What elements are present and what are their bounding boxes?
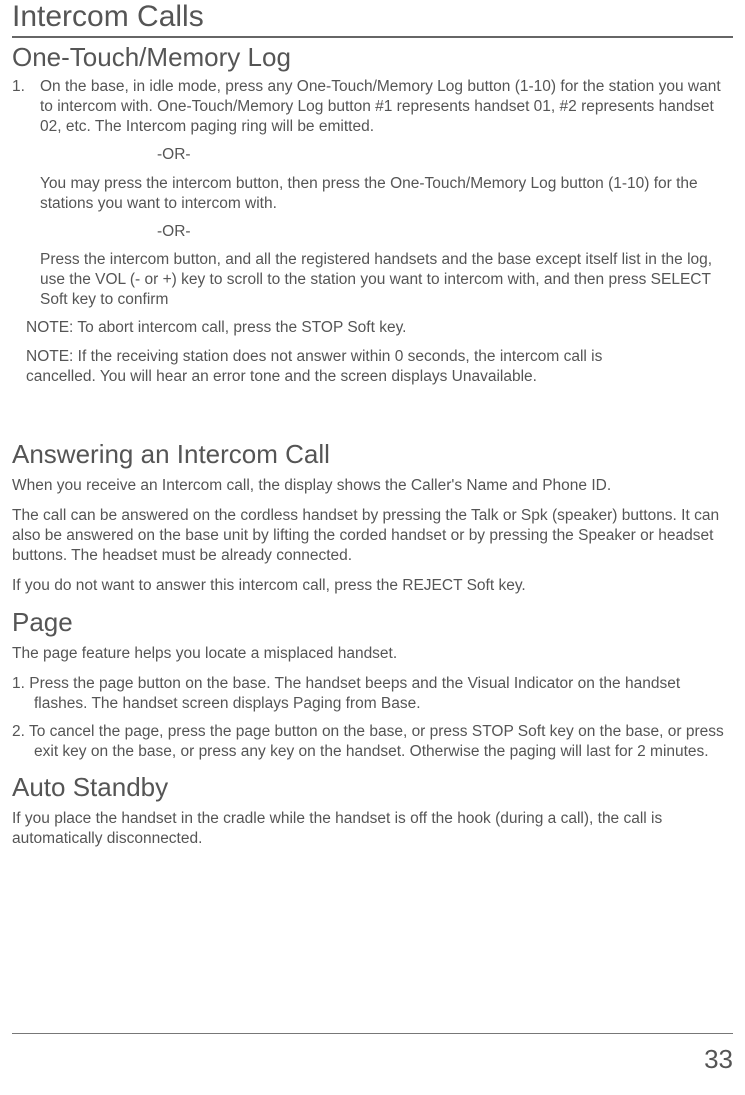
alt-step-text: You may press the intercom button, then …	[40, 174, 733, 214]
list-item-text: On the base, in idle mode, press any One…	[40, 77, 733, 137]
list-item-text: 1. Press the page button on the base. Th…	[12, 674, 733, 714]
note-text: NOTE: To abort intercom call, press the …	[26, 318, 673, 338]
page-number: 33	[12, 1033, 733, 1075]
paragraph-text: The call can be answered on the cordless…	[12, 506, 733, 566]
paragraph-text: If you place the handset in the cradle w…	[12, 809, 733, 849]
section-autostandby-heading: Auto Standby	[12, 772, 733, 803]
or-separator: -OR-	[157, 222, 733, 242]
list-number: 1.	[12, 77, 40, 137]
list-item-text: 2. To cancel the page, press the page bu…	[12, 722, 733, 762]
paragraph-text: If you do not want to answer this interc…	[12, 576, 733, 596]
or-separator: -OR-	[157, 145, 733, 165]
paragraph-text: The page feature helps you locate a misp…	[12, 644, 733, 664]
paragraph-text: When you receive an Intercom call, the d…	[12, 476, 733, 496]
section-page-heading: Page	[12, 607, 733, 638]
alt-step-text: Press the intercom button, and all the r…	[40, 250, 733, 310]
page-title: Intercom Calls	[12, 0, 733, 38]
section-answering-heading: Answering an Intercom Call	[12, 439, 733, 470]
note-text: NOTE: If the receiving station does not …	[26, 347, 673, 387]
section-onetouch-heading: One-Touch/Memory Log	[12, 42, 733, 73]
